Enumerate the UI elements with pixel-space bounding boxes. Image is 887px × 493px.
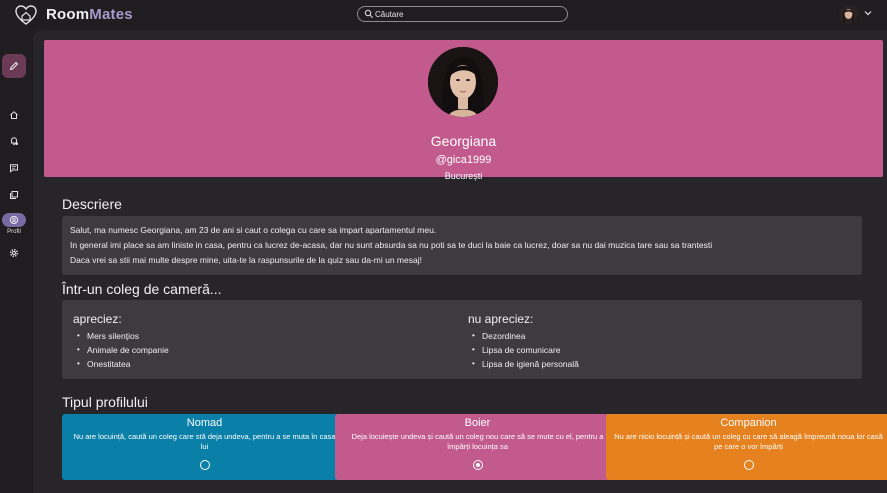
likes-title: apreciez: bbox=[73, 312, 122, 326]
home-icon bbox=[10, 111, 18, 119]
logo-heart-house-icon[interactable] bbox=[14, 3, 38, 27]
profile-type-name: Boier bbox=[464, 417, 491, 429]
brand-part-mates: Mates bbox=[89, 6, 133, 23]
nav-item-notifications[interactable] bbox=[0, 134, 28, 148]
description-card: Salut, ma numesc Georgiana, am 23 de ani… bbox=[62, 216, 862, 275]
profile-portrait-image bbox=[428, 47, 498, 117]
profile-type-radio[interactable] bbox=[200, 460, 210, 470]
settings-gear-icon bbox=[9, 248, 19, 258]
brand-part-room: Room bbox=[46, 6, 90, 23]
preferences-card: apreciez: Mers silențios Animale de comp… bbox=[62, 300, 862, 379]
dislikes-title: nu apreciez: bbox=[468, 312, 534, 326]
likes-item: Onestitatea bbox=[73, 357, 169, 371]
avatar-portrait-icon bbox=[839, 5, 858, 24]
profile-type-option-boier[interactable]: Boier Deja locuiește undeva și caută un … bbox=[335, 414, 620, 480]
profile-type-heading: Tipul profilului bbox=[62, 394, 148, 410]
profile-type-description: Nu are nicio locuință și caută un coleg … bbox=[614, 432, 883, 451]
profile-icon bbox=[9, 215, 19, 225]
profile-type-option-nomad[interactable]: Nomad Nu are locuință, caută un coleg ca… bbox=[62, 414, 347, 480]
profile-photo[interactable] bbox=[428, 47, 498, 117]
dislikes-list: Dezordinea Lipsa de comunicare Lipsa de … bbox=[468, 329, 579, 371]
dislikes-column: nu apreciez: Dezordinea Lipsa de comunic… bbox=[468, 312, 579, 371]
description-heading: Descriere bbox=[62, 196, 122, 212]
profile-name: Georgiana bbox=[430, 133, 497, 149]
likes-item: Mers silențios bbox=[73, 329, 169, 343]
navigation-rail: Profil bbox=[0, 30, 33, 493]
nav-item-home[interactable] bbox=[0, 108, 28, 122]
profile-handle: @gica1999 bbox=[435, 154, 492, 166]
search-icon bbox=[364, 9, 374, 19]
notification-bell-icon bbox=[11, 137, 18, 145]
description-line: In general imi place sa am liniste in ca… bbox=[70, 240, 713, 250]
profile-header: Georgiana @gica1999 București bbox=[44, 40, 883, 181]
profile-city: București bbox=[444, 171, 483, 181]
dislikes-item: Lipsa de igienă personală bbox=[468, 357, 579, 371]
dislikes-item: Lipsa de comunicare bbox=[468, 343, 579, 357]
dislikes-item: Dezordinea bbox=[468, 329, 579, 343]
likes-column: apreciez: Mers silențios Animale de comp… bbox=[73, 312, 169, 371]
chevron-down-icon[interactable] bbox=[863, 8, 873, 18]
main-content: Georgiana @gica1999 București Descriere … bbox=[33, 30, 887, 493]
pencil-icon bbox=[9, 61, 19, 71]
user-avatar[interactable] bbox=[839, 5, 858, 24]
search-input[interactable] bbox=[375, 7, 561, 21]
profile-type-description: Nu are locuință, caută un coleg care stă… bbox=[73, 432, 336, 451]
description-line: Daca vrei sa stii mai multe despre mine,… bbox=[70, 255, 422, 265]
nav-item-profile[interactable]: Profil bbox=[0, 213, 28, 235]
profile-type-name: Nomad bbox=[186, 417, 223, 429]
edit-profile-button[interactable] bbox=[2, 54, 26, 78]
profile-type-radio[interactable] bbox=[744, 460, 754, 470]
nav-item-messages[interactable] bbox=[0, 161, 28, 175]
app-brand[interactable]: RoomMates bbox=[46, 6, 133, 23]
chat-icon bbox=[10, 164, 18, 173]
top-app-bar: RoomMates bbox=[0, 0, 887, 30]
nav-label-profile: Profil bbox=[7, 229, 21, 235]
nav-item-settings[interactable] bbox=[0, 246, 28, 260]
roommate-heading: Într-un coleg de cameră... bbox=[62, 281, 222, 297]
profile-type-option-companion[interactable]: Companion Nu are nicio locuință și caută… bbox=[606, 414, 887, 480]
profile-type-radio-selected[interactable] bbox=[473, 460, 483, 470]
profile-type-name: Companion bbox=[720, 417, 777, 429]
likes-list: Mers silențios Animale de companie Onest… bbox=[73, 329, 169, 371]
profile-type-description: Deja locuiește undeva și caută un coleg … bbox=[351, 432, 604, 451]
library-icon bbox=[10, 191, 18, 199]
search-bar[interactable] bbox=[357, 6, 568, 22]
likes-item: Animale de companie bbox=[73, 343, 169, 357]
description-line: Salut, ma numesc Georgiana, am 23 de ani… bbox=[70, 225, 437, 235]
nav-item-library[interactable] bbox=[0, 188, 28, 202]
